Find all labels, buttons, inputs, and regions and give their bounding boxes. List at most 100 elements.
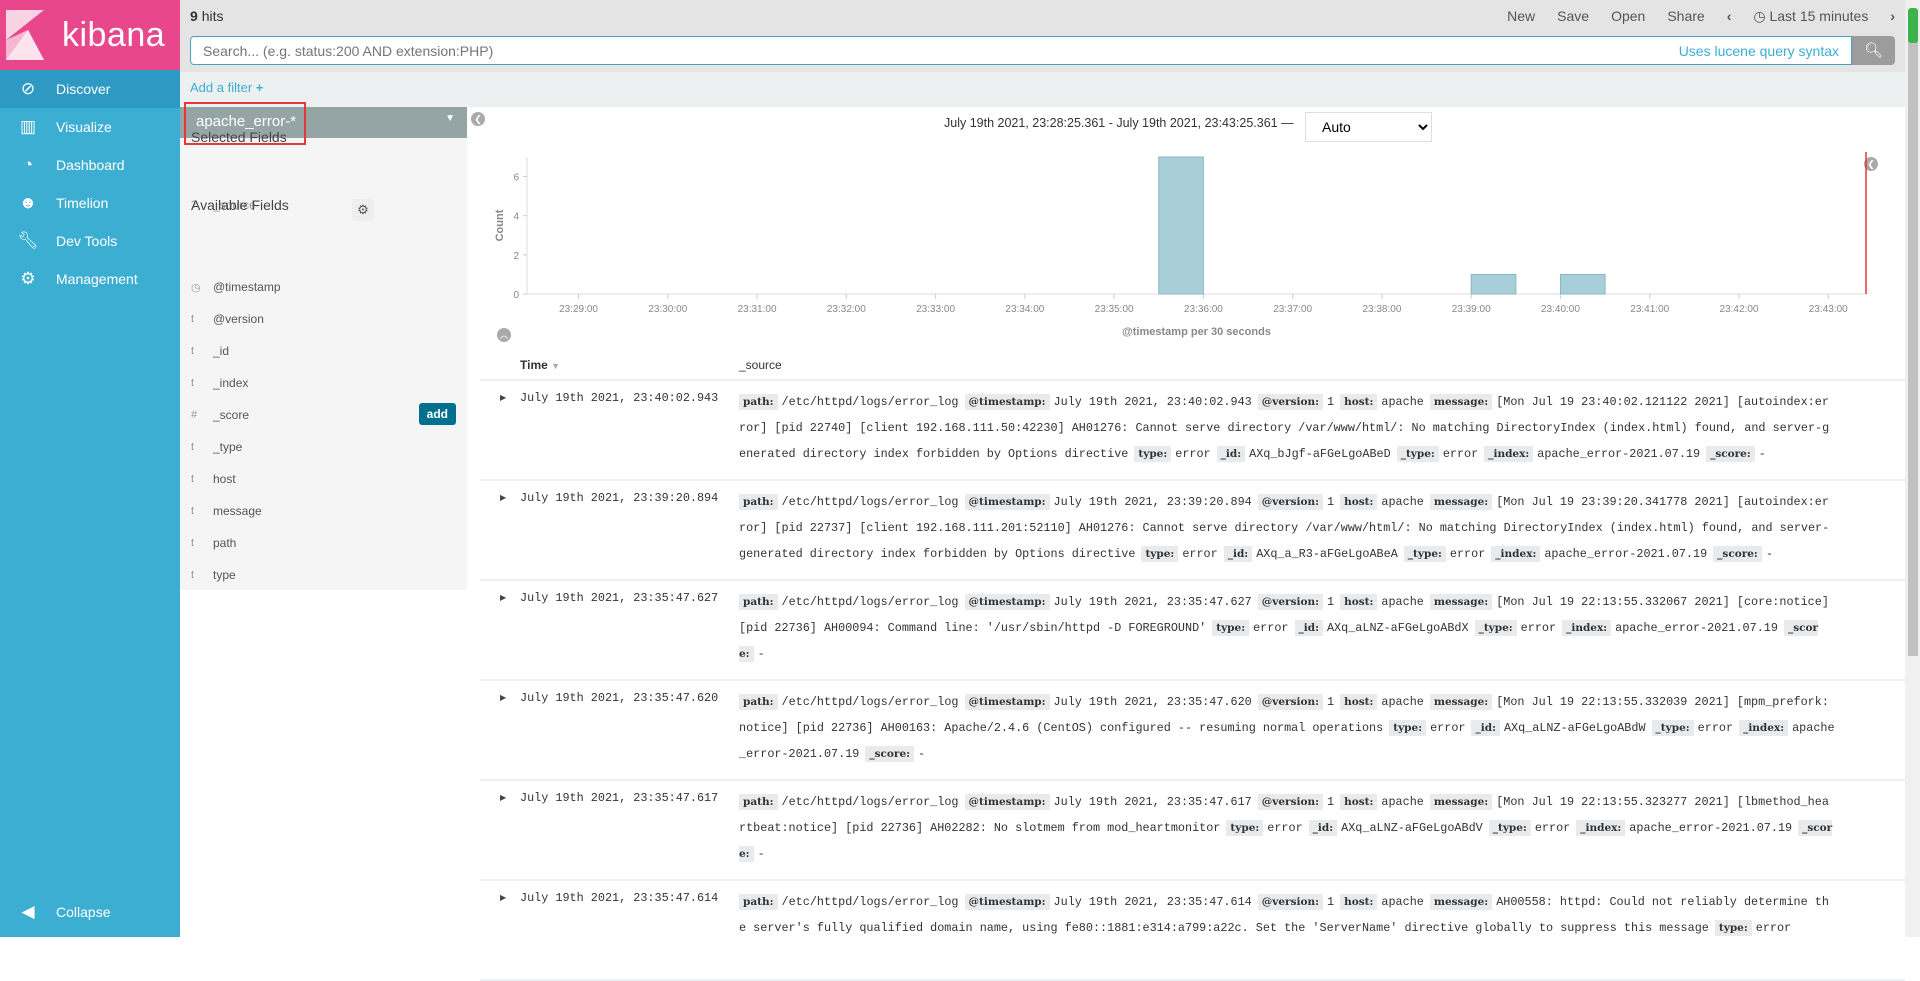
- field-value: error: [1697, 721, 1734, 735]
- collapse-chart-right-icon[interactable]: ❮: [1864, 157, 1878, 171]
- kibana-logo-icon: [6, 10, 44, 60]
- field-key: path:: [739, 794, 778, 810]
- column-time[interactable]: Time ▼: [520, 358, 560, 372]
- field-value: error: [1442, 447, 1479, 461]
- row-time: July 19th 2021, 23:35:47.627: [520, 591, 719, 605]
- field-item[interactable]: t _id: [191, 339, 456, 363]
- add-field-button[interactable]: add: [418, 403, 456, 425]
- new-button[interactable]: New: [1507, 8, 1535, 25]
- field-key: message:: [1429, 394, 1493, 410]
- chevron-right-icon[interactable]: ›: [1890, 8, 1895, 25]
- bar-chart-icon: ▥: [19, 117, 37, 136]
- lucene-syntax-link[interactable]: Uses lucene query syntax: [1679, 43, 1839, 59]
- collapse-chart-icon[interactable]: ︿: [497, 328, 511, 342]
- field-value: error: [1175, 447, 1211, 461]
- field-value: error: [1267, 821, 1303, 835]
- field-type-icon: t: [191, 537, 195, 549]
- top-bar: 9 hits New Save Open Share ‹ ◷ Last 15 m…: [180, 0, 1905, 72]
- field-type-icon: t: [191, 377, 195, 389]
- field-name: _id: [213, 344, 230, 358]
- page-scrollbar[interactable]: [1905, 0, 1920, 937]
- field-key: _index:: [1484, 446, 1534, 462]
- field-list-panel: apache_error-* ▼ Selected Fields ? _source…: [180, 107, 467, 590]
- save-button[interactable]: Save: [1557, 8, 1589, 25]
- x-tick-label: 23:36:00: [1184, 304, 1223, 315]
- field-value: July 19th 2021, 23:35:47.627: [1053, 595, 1252, 609]
- field-key: message:: [1429, 694, 1493, 710]
- expand-row-icon[interactable]: ▶: [500, 893, 506, 902]
- expand-row-icon[interactable]: ▶: [500, 593, 506, 602]
- expand-row-icon[interactable]: ▶: [500, 393, 506, 402]
- field-name: path: [213, 536, 237, 550]
- field-settings-gear-icon[interactable]: ⚙: [352, 199, 374, 221]
- expand-row-icon[interactable]: ▶: [500, 693, 506, 702]
- field-item[interactable]: t @version: [191, 307, 456, 331]
- field-item[interactable]: t type: [191, 563, 456, 587]
- column-source: _source: [739, 358, 782, 372]
- kibana-logo[interactable]: kibana: [0, 0, 180, 70]
- collapse-sidebar-icon[interactable]: ❮: [471, 112, 485, 126]
- field-value: apache: [1381, 595, 1424, 609]
- field-type-icon: t: [191, 473, 195, 485]
- collapse-button[interactable]: ◀ Collapse: [0, 893, 180, 931]
- chevron-left-icon[interactable]: ‹: [1727, 8, 1732, 25]
- field-item[interactable]: t host: [191, 467, 456, 491]
- row-time: July 19th 2021, 23:40:02.943: [520, 391, 719, 405]
- table-row: ▶ July 19th 2021, 23:35:47.617 path:/etc/h…: [480, 781, 1905, 881]
- logo-text: kibana: [62, 15, 166, 54]
- x-tick-label: 23:41:00: [1630, 304, 1669, 315]
- field-value: /etc/httpd/logs/error_log: [781, 495, 959, 509]
- expand-row-icon[interactable]: ▶: [500, 793, 506, 802]
- sidebar-item-management[interactable]: ⚙ Management: [0, 260, 180, 298]
- field-item[interactable]: # _score add: [191, 403, 456, 427]
- add-filter-link[interactable]: Add a filter +: [190, 80, 263, 95]
- row-source: path:/etc/httpd/logs/error_log @timestamp…: [739, 389, 1835, 467]
- search-input[interactable]: [203, 42, 1679, 59]
- open-button[interactable]: Open: [1611, 8, 1645, 25]
- field-key: host:: [1340, 694, 1378, 710]
- sidebar-item-dashboard[interactable]: ◔ Dashboard: [0, 146, 180, 184]
- x-tick-label: 23:29:00: [559, 304, 598, 315]
- sidebar-item-label: Dev Tools: [56, 233, 118, 249]
- row-source: path:/etc/httpd/logs/error_log @timestamp…: [739, 489, 1835, 567]
- field-item[interactable]: t _type: [191, 435, 456, 459]
- field-key: _index:: [1562, 620, 1612, 636]
- compass-icon: ⊘: [20, 79, 36, 98]
- x-tick-label: 23:33:00: [916, 304, 955, 315]
- field-item[interactable]: ◷ @timestamp: [191, 275, 456, 299]
- field-value: AXq_aLNZ-aFGeLgoABdV: [1341, 821, 1483, 835]
- time-picker[interactable]: ◷ Last 15 minutes: [1753, 8, 1868, 25]
- row-source: path:/etc/httpd/logs/error_log @timestamp…: [739, 689, 1835, 767]
- row-time: July 19th 2021, 23:35:47.620: [520, 691, 719, 705]
- field-key: _index:: [1491, 546, 1541, 562]
- scrollbar-thumb[interactable]: [1908, 16, 1918, 656]
- field-key: path:: [739, 394, 778, 410]
- field-key: _id:: [1471, 720, 1500, 736]
- field-key: @version:: [1257, 694, 1323, 710]
- sidebar-item-dev-tools[interactable]: 🔧︎ Dev Tools: [0, 222, 180, 260]
- field-value: July 19th 2021, 23:35:47.620: [1053, 695, 1252, 709]
- sidebar-item-timelion[interactable]: ☻ Timelion: [0, 184, 180, 222]
- x-tick-label: 23:37:00: [1273, 304, 1312, 315]
- field-value: July 19th 2021, 23:35:47.614: [1053, 895, 1252, 909]
- field-item[interactable]: t path: [191, 531, 456, 555]
- field-item[interactable]: t message: [191, 499, 456, 523]
- field-value: error: [1520, 621, 1557, 635]
- field-item[interactable]: t _index: [191, 371, 456, 395]
- sidebar-item-discover[interactable]: ⊘ Discover: [0, 70, 180, 108]
- field-value: AXq_aLNZ-aFGeLgoABdX: [1326, 621, 1469, 635]
- field-value: 1: [1327, 595, 1335, 609]
- field-value: AXq_aLNZ-aFGeLgoABdW: [1503, 721, 1646, 735]
- search-button[interactable]: 🔍︎: [1852, 36, 1895, 65]
- sidebar-item-visualize[interactable]: ▥ Visualize: [0, 108, 180, 146]
- expand-row-icon[interactable]: ▶: [500, 493, 506, 502]
- field-type-icon: #: [191, 409, 198, 421]
- field-type-icon: t: [191, 345, 195, 357]
- field-value: /etc/httpd/logs/error_log: [781, 895, 959, 909]
- dashboard-icon: ◔: [22, 155, 34, 174]
- field-key: _type:: [1488, 820, 1531, 836]
- interval-select[interactable]: Auto: [1305, 112, 1432, 142]
- scroll-indicator: [1908, 8, 1918, 43]
- field-key: path:: [739, 894, 778, 910]
- share-button[interactable]: Share: [1667, 8, 1704, 25]
